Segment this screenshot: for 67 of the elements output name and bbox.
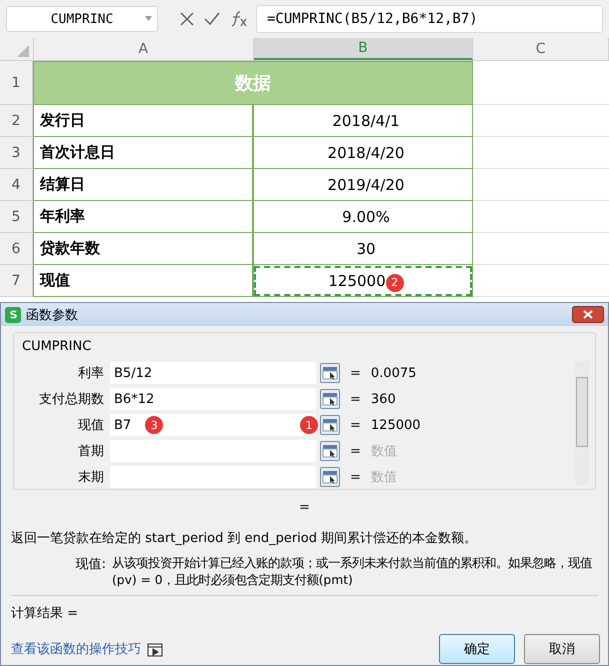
equals-sign: = [350,392,361,406]
argument-result: 125000 [370,418,421,432]
row-header[interactable]: 2 [0,105,33,137]
formula-result: = [298,500,311,515]
formula-field[interactable]: =CUMPRINC(B5/12,B6*12,B7) [256,5,603,33]
range-select-button[interactable] [320,441,340,461]
number-badge: 2 [386,274,404,292]
argument-label: 首期 [77,443,105,460]
caret-icon [145,16,152,21]
table-cell: 2018/4/20 [253,137,473,169]
close-icon [583,310,593,319]
app-icon [5,306,21,322]
dialog-title: 函数参数 [26,306,78,324]
argument-result: 360 [370,392,396,406]
equals-sign: = [350,366,361,380]
table-cell: 30 [253,233,473,265]
row-header[interactable]: 5 [0,201,33,233]
range-select-button[interactable] [320,415,340,435]
close-button[interactable] [572,306,604,323]
function-icon[interactable] [230,11,248,27]
range-select-button[interactable] [320,389,340,409]
argument-result: 数值 [370,443,397,460]
check-icon[interactable] [204,12,220,26]
dialog-button[interactable]: 取消 [524,634,600,664]
range-select-button[interactable] [320,467,340,487]
table-cell: 贷款年数 [33,233,253,265]
calculation-result: 计算结果 = [11,605,80,622]
table-cell: 2018/4/1 [253,105,473,137]
argument-label: 现值 [77,417,105,434]
range-select-button[interactable] [320,363,340,383]
column-header[interactable]: C [473,38,609,60]
parameter-label: 现值: [74,556,107,574]
argument-result: 数值 [370,469,397,486]
function-name: CUMPRINC [22,339,92,354]
function-description: 返回一笔贷款在给定的 start_period 到 end_period 期间累计偿还的本金数额。 [11,530,478,547]
table-header-cell: 数据 [33,61,473,105]
equals-sign: = [350,470,361,484]
video-icon[interactable] [147,642,163,656]
equals-sign: = [350,444,361,458]
argument-label: 末期 [77,469,105,486]
argument-label: 支付总期数 [38,391,105,408]
table-cell: 结算日 [33,169,253,201]
argument-result: 0.0075 [370,366,416,380]
table-cell: 首次计息日 [33,137,253,169]
parameter-description: 从该项投资开始计算已经入账的款项；或一系列未来付款当前值的累积和。如果忽略，现值(pv) = 0，且此时必须包含定期支付额(pmt) [112,555,593,589]
row-header[interactable]: 1 [0,61,33,105]
row-header[interactable]: 6 [0,233,33,265]
name-box[interactable]: CUMPRINC [6,6,158,32]
table-cell: 现值 [33,265,253,297]
table-cell: 发行日 [33,105,253,137]
scrollbar[interactable] [575,361,589,485]
table-cell: 9.00% [253,201,473,233]
argument-label: 利率 [77,365,105,382]
row-header[interactable]: 4 [0,169,33,201]
table-cell: 2019/4/20 [253,169,473,201]
row-header[interactable]: 3 [0,137,33,169]
argument-field[interactable] [110,466,316,488]
argument-field[interactable]: B6*12 [110,388,316,410]
argument-field[interactable]: B5/12 [110,362,316,384]
help-link[interactable]: 查看该函数的操作技巧 [11,640,141,658]
equals-sign: = [350,418,361,432]
table-cell: 125000 2 [253,265,473,297]
number-badge: 3 [145,416,164,434]
dialog-button[interactable]: 确定 [439,634,515,664]
close-icon[interactable] [180,12,194,26]
row-header[interactable]: 7 [0,265,33,297]
table-cell: 年利率 [33,201,253,233]
